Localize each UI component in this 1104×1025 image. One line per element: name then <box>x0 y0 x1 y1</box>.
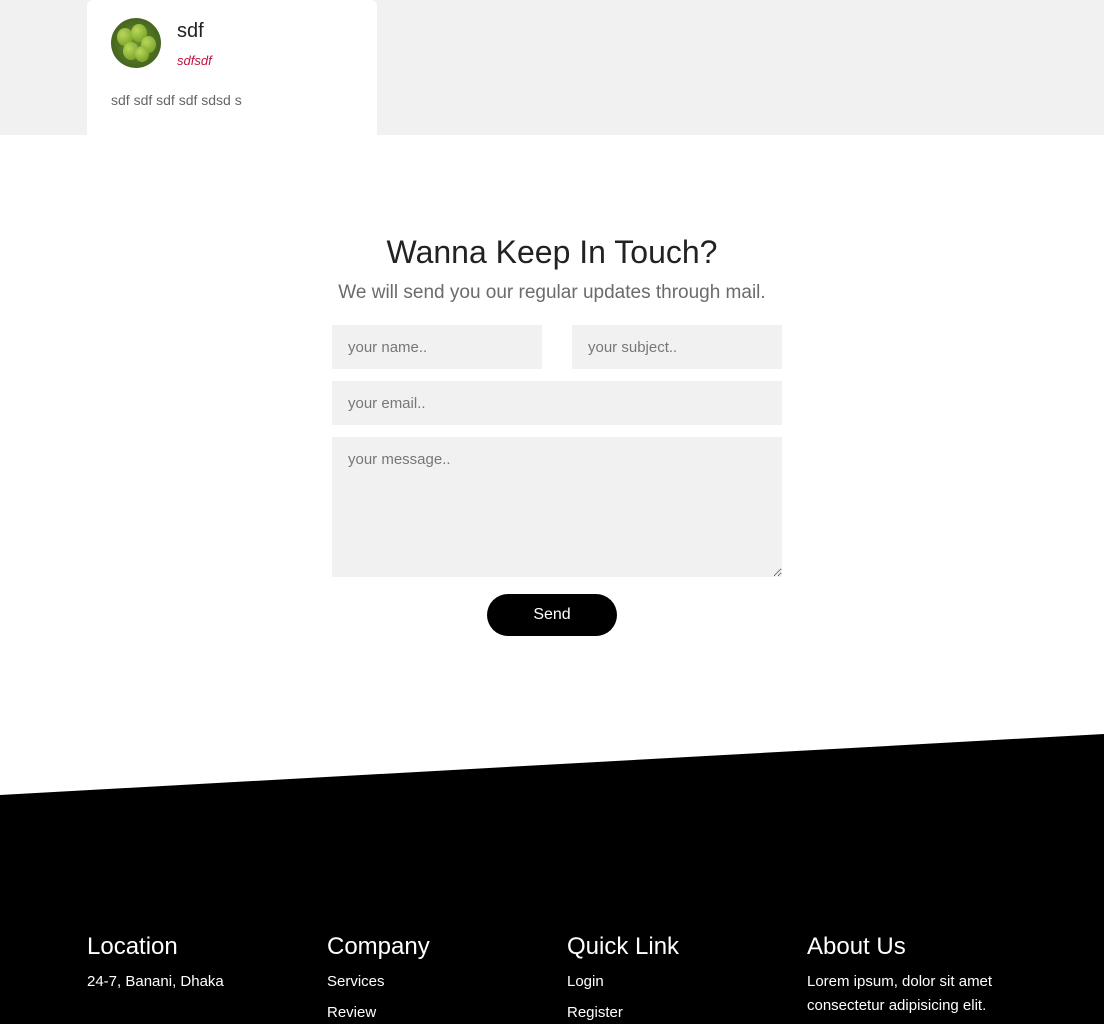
review-card: sdf sdfsdf sdf sdf sdf sdf sdsd s <box>87 0 377 135</box>
contact-title: Wanna Keep In Touch? <box>386 234 718 270</box>
reviewer-name: sdf <box>177 20 204 42</box>
footer-about: About Us Lorem ipsum, dolor sit amet con… <box>807 930 1027 1018</box>
footer-address: 24-7, Banani, Dhaka <box>87 973 224 990</box>
footer-link-register[interactable]: Register <box>567 1001 679 1025</box>
footer-about-title: About Us <box>807 933 906 960</box>
name-input[interactable] <box>332 325 542 369</box>
footer-location: Location 24-7, Banani, Dhaka <box>87 930 224 994</box>
message-textarea[interactable] <box>332 437 782 577</box>
footer-about-text-line1: Lorem ipsum, dolor sit amet <box>807 973 993 990</box>
footer-company: Company Services Review <box>327 930 430 1025</box>
send-button[interactable]: Send <box>487 594 617 636</box>
footer-quick-link: Quick Link Login Register <box>567 930 679 1025</box>
email-input[interactable] <box>332 381 782 425</box>
footer-link-login[interactable]: Login <box>567 970 679 994</box>
review-text: sdf sdf sdf sdf sdsd s <box>111 92 242 108</box>
subject-input[interactable] <box>572 325 782 369</box>
footer-about-text-line2: consectetur adipisicing elit. <box>807 997 987 1014</box>
reviewer-avatar <box>111 18 161 68</box>
footer-quick-link-title: Quick Link <box>567 933 680 960</box>
footer-location-title: Location <box>87 933 178 960</box>
footer-company-title: Company <box>327 933 430 960</box>
footer-link-review[interactable]: Review <box>327 1001 430 1025</box>
footer-link-services[interactable]: Services <box>327 970 430 994</box>
contact-subtitle: We will send you our regular updates thr… <box>338 282 766 303</box>
reviewer-role: sdfsdf <box>177 53 212 68</box>
